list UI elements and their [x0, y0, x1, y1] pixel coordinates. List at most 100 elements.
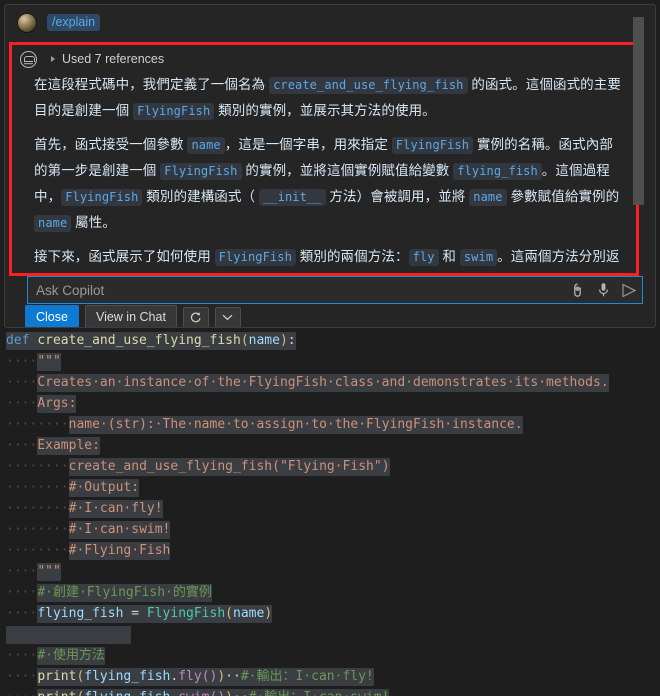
search-input[interactable]: [28, 282, 564, 298]
indent-guide: ····: [6, 648, 38, 663]
code-line[interactable]: ········#·I·can·fly!: [0, 498, 660, 519]
inline-code-chip: name: [187, 137, 225, 154]
inline-code-chip: fly: [408, 249, 439, 266]
indent-guide: ····: [6, 690, 37, 696]
code-token: """: [37, 354, 61, 369]
panel-scrollbar-thumb[interactable]: [633, 17, 644, 205]
indent-guide: ····: [6, 564, 38, 579]
indent-guide: ········: [6, 522, 69, 537]
slash-command-chip[interactable]: /explain: [47, 13, 101, 32]
code-token: ): [225, 690, 233, 696]
code-line[interactable]: ····#·使用方法: [0, 645, 660, 666]
selected-code: print(flying_fish.swim())··#·輸出：I·can·sw…: [37, 689, 390, 696]
selected-code: #·使用方法: [37, 647, 105, 665]
code-token: (: [240, 333, 249, 348]
code-token: name: [233, 606, 265, 621]
selected-code: Creates·an·instance·of·the·FlyingFish·cl…: [37, 374, 609, 392]
inline-code-chip: FlyingFish: [160, 163, 242, 180]
chevron-down-icon[interactable]: [214, 306, 241, 327]
code-token: print: [37, 669, 77, 684]
selected-code: #·I·can·fly!: [68, 500, 163, 518]
selected-code: #·Flying·Fish: [68, 542, 171, 560]
selected-code: Example:: [37, 437, 100, 455]
code-editor[interactable]: def create_and_use_flying_fish(name): ···…: [0, 330, 660, 696]
code-line[interactable]: ····print(flying_fish.fly())··#·輸出：I·can…: [0, 666, 660, 687]
code-token: #·I·can·fly!: [68, 501, 163, 516]
inline-code-chip: swim: [459, 249, 498, 266]
code-line[interactable]: ····Example:: [0, 435, 660, 456]
inline-code-chip: FlyingFish: [133, 103, 215, 120]
code-line[interactable]: ····""": [0, 561, 660, 582]
code-token: #·Output:: [68, 480, 140, 495]
code-token: ··: [233, 690, 249, 696]
code-token: name·(str):·The·name·to·assign·to·the·Fl…: [68, 417, 523, 432]
used-references-label: Used 7 references: [62, 52, 165, 66]
code-line[interactable]: ····#·創建·FlyingFish·的實例: [0, 582, 660, 603]
code-line[interactable]: ····Args:: [0, 393, 660, 414]
selected-code: print(flying_fish.fly())··#·輸出：I·can·fly…: [37, 668, 374, 686]
code-token: create_and_use_flying_fish: [37, 333, 241, 348]
code-line[interactable]: def create_and_use_flying_fish(name):: [0, 330, 660, 351]
code-line[interactable]: ····""": [0, 351, 660, 372]
copilot-inline-panel: /explain Used 7 references 在這段程式碼中，我們定義了…: [4, 4, 656, 328]
response-paragraph: 首先，函式接受一個參數 name ，這是一個字串，用來指定 FlyingFish …: [34, 137, 620, 232]
attach-icon[interactable]: [564, 277, 590, 303]
code-line[interactable]: [0, 624, 660, 645]
refresh-icon[interactable]: [182, 306, 209, 327]
code-token: #·使用方法: [37, 648, 105, 663]
inline-code-chip: FlyingFish: [391, 137, 474, 154]
inline-code-chip: name: [34, 215, 72, 232]
indent-guide: ········: [6, 459, 69, 474]
code-line[interactable]: ········create_and_use_flying_fish("Flyi…: [0, 456, 660, 477]
microphone-icon[interactable]: [590, 277, 616, 303]
code-token: (: [225, 606, 233, 621]
code-token: =: [123, 606, 147, 621]
indent-guide: ····: [6, 375, 38, 390]
selected-code: #·Output:: [68, 479, 140, 497]
ask-copilot-input-wrap[interactable]: [27, 276, 643, 304]
inline-code-chip: __init__: [258, 189, 326, 206]
code-line[interactable]: ····flying_fish = FlyingFish(name): [0, 603, 660, 624]
code-line[interactable]: ········#·Output:: [0, 477, 660, 498]
code-token: flying_fish: [84, 669, 171, 684]
code-line[interactable]: ····print(flying_fish.swim())··#·輸出：I·ca…: [0, 687, 660, 696]
close-button[interactable]: Close: [25, 305, 79, 327]
code-token: #·輸出：I·can·swim!: [249, 690, 390, 696]
inline-code-chip: flying_fish: [453, 163, 542, 180]
indent-guide: ····: [6, 438, 38, 453]
indent-guide: ····: [6, 354, 38, 369]
inline-code-chip: name: [469, 189, 507, 206]
code-token: """: [37, 564, 61, 579]
indent-guide: ····: [6, 396, 38, 411]
selected-code: name·(str):·The·name·to·assign·to·the·Fl…: [68, 416, 523, 434]
code-token: ): [217, 669, 226, 684]
code-token: FlyingFish: [146, 606, 226, 621]
code-line[interactable]: ········#·Flying·Fish: [0, 540, 660, 561]
code-token: create_and_use_flying_fish("Flying·Fish"…: [68, 459, 390, 474]
code-line[interactable]: ····Creates·an·instance·of·the·FlyingFis…: [0, 372, 660, 393]
indent-guide: ········: [6, 543, 69, 558]
code-token: ): [217, 690, 225, 696]
view-in-chat-button[interactable]: View in Chat: [84, 305, 177, 327]
code-token: ): [264, 606, 273, 621]
code-token: fly: [178, 669, 202, 684]
indent-guide: ········: [6, 417, 69, 432]
code-token: :: [287, 333, 296, 348]
code-line[interactable]: ········#·I·can·swim!: [0, 519, 660, 540]
response-highlight-box: Used 7 references 在這段程式碼中，我們定義了一個名為 crea…: [9, 42, 639, 276]
inline-code-chip: FlyingFish: [61, 189, 143, 206]
used-references-row[interactable]: Used 7 references: [12, 48, 636, 70]
copilot-bot-icon: [20, 50, 37, 68]
response-paragraph: 在這段程式碼中，我們定義了一個名為 create_and_use_flying_…: [34, 77, 621, 120]
selected-code: """: [37, 563, 61, 581]
indent-guide: ········: [6, 501, 69, 516]
chevron-right-icon[interactable]: [51, 56, 55, 62]
code-line[interactable]: ········name·(str):·The·name·to·assign·t…: [0, 414, 660, 435]
action-toolbar: Close View in Chat: [25, 305, 241, 327]
code-token: #·Flying·Fish: [68, 543, 171, 558]
panel-scrollbar-track[interactable]: [633, 10, 650, 327]
response-paragraph: 接下來，函式展示了如何使用 FlyingFish 類別的兩個方法： fly 和 s…: [34, 244, 626, 273]
code-token: #·創建·FlyingFish·的實例: [37, 585, 212, 600]
code-token: flying_fish: [37, 606, 124, 621]
code-token: ): [279, 333, 288, 348]
